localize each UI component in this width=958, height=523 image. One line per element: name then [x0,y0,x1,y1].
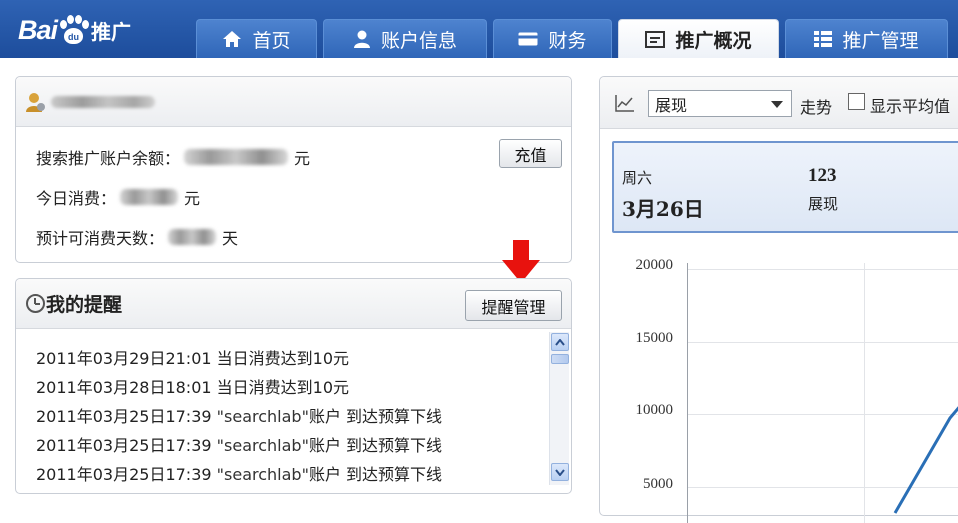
list-item: 2011年03月25日17:39 "searchlab"账户 到达预算下线 [36,461,546,490]
trend-label: 走势 [800,98,833,117]
days-row: 预计可消费天数： 天 [36,225,238,249]
product-name: 推广 [91,19,132,44]
tab-label: 账户信息 [380,29,457,52]
tab-home[interactable]: 首页 [196,19,317,58]
reminder-time: 2011年03月25日17:39 [36,436,212,455]
reminder-account: "searchlab" [216,465,309,484]
list-item: 2011年03月28日18:01 当日消费达到10元 [36,374,546,403]
today-spend-row: 今日消费： 元 [36,185,200,209]
balance-unit: 元 [294,149,311,168]
user-icon [353,30,371,48]
chevron-up-icon [555,338,565,346]
reminders-title: 我的提醒 [46,294,123,316]
account-panel: 搜索推广账户余额： 元 今日消费： 元 预计可消费天数： 天 充值 [15,76,572,263]
show-average-checkbox[interactable] [848,93,865,110]
tab-label: 首页 [252,29,291,52]
days-label: 预计可消费天数： [36,229,165,248]
chart-plot-area [687,263,958,523]
today-spend-unit: 元 [184,189,201,208]
paw-icon: du [58,15,90,45]
balance-label: 搜索推广账户余额： [36,149,181,168]
days-value [168,229,217,245]
card-icon [518,32,538,46]
list-item: 2011年03月25日17:39 "searchlab"账户 到达预算下线 [36,403,546,432]
y-tick-label: 20000 [635,257,674,273]
reminder-text: 账户 到达预算下线 [308,407,443,426]
today-spend-label: 今日消费： [36,189,117,208]
logo-text: Bai [18,14,58,45]
main-nav: 首页 账户信息 财务 推广概况 推广管理 [196,19,954,58]
scroll-thumb[interactable] [551,354,569,364]
tab-account-info[interactable]: 账户信息 [323,19,487,58]
chevron-down-icon [771,101,783,108]
home-icon [222,30,242,48]
balance-value [184,149,289,165]
y-tick-label: 10000 [635,402,674,418]
logo-paw-text: du [64,28,84,44]
metric-select[interactable]: 展现 [648,90,792,117]
list-item: 2011年03月25日17:39 "searchlab"账户 到达预算下线 [36,432,546,461]
scroll-down-button[interactable] [551,463,569,481]
days-unit: 天 [222,229,239,248]
reminder-text: 账户 到达预算下线 [308,465,443,484]
reminder-account: "searchlab" [216,436,309,455]
chevron-down-icon [555,468,565,476]
chart-toolbar: 展现 走势 显示平均值 [600,77,958,129]
tab-label: 财务 [548,29,587,52]
clock-icon [26,294,45,313]
tab-label: 推广管理 [842,29,919,52]
reminder-time: 2011年03月25日17:39 [36,407,212,426]
account-user-icon [25,91,47,113]
top-header: Bai du 推广 首页 账户信息 财务 推广概况 推广管理 [0,0,958,58]
tab-finance[interactable]: 财务 [493,19,612,58]
tab-label: 推广概况 [675,29,752,52]
today-spend-value [120,189,179,205]
manage-reminders-button[interactable]: 提醒管理 [465,290,562,321]
reminder-list: 2011年03月29日21:01 当日消费达到10元 2011年03月28日18… [36,345,546,490]
reminder-text: 账户 到达预算下线 [308,436,443,455]
reminder-account: "searchlab" [216,407,309,426]
summary-metric: 展现 [808,195,839,213]
reminders-panel: 我的提醒 提醒管理 2011年03月29日21:01 当日消费达到10元 201… [15,278,572,494]
overview-icon [645,30,666,48]
summary-weekday: 周六 [622,169,653,187]
summary-date: 3月26日 [622,197,704,221]
account-username [51,95,155,108]
reminder-text: 当日消费达到10元 [216,349,350,368]
tab-management[interactable]: 推广管理 [785,19,948,58]
y-tick-label: 15000 [635,330,674,346]
reminder-time: 2011年03月28日18:01 [36,378,212,397]
line-chart-icon [615,94,635,116]
show-average-label: 显示平均值 [870,97,951,116]
summary-card: 周六 3月26日 123 展现 [612,141,958,233]
y-tick-label: 5000 [643,476,673,492]
recharge-button[interactable]: 充值 [499,139,562,168]
chart-panel: 展现 走势 显示平均值 周六 3月26日 123 展现 20000 15000 … [599,76,958,523]
balance-row: 搜索推广账户余额： 元 [36,145,310,169]
summary-value: 123 [808,165,837,186]
tab-overview[interactable]: 推广概况 [618,19,779,58]
reminder-time: 2011年03月25日17:39 [36,465,212,484]
list-item: 2011年03月29日21:01 当日消费达到10元 [36,345,546,374]
reminder-text: 当日消费达到10元 [216,378,350,397]
grid-icon [814,30,833,48]
reminder-time: 2011年03月29日21:01 [36,349,212,368]
reminder-scrollbar[interactable] [549,332,569,485]
metric-select-value: 展现 [655,95,688,115]
account-panel-header [16,77,571,127]
scroll-up-button[interactable] [551,333,569,351]
baidu-logo[interactable]: Bai du 推广 [18,10,131,50]
series-line [893,406,958,514]
